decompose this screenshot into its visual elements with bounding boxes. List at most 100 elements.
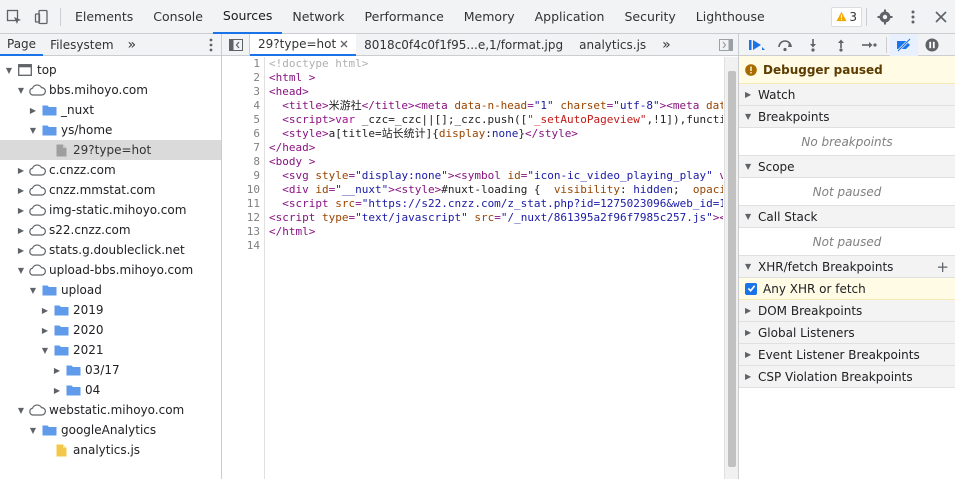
checkbox-checked[interactable] [745, 282, 757, 295]
section-csp-violation-breakpoints[interactable]: ▶ CSP Violation Breakpoints [739, 366, 955, 388]
collapse-arrow-icon[interactable]: ▼ [28, 125, 38, 135]
tab-sources[interactable]: Sources [212, 0, 283, 34]
line-number[interactable]: 5 [222, 113, 264, 127]
tree-item-webstatic-mihoyo-com[interactable]: ▼ webstatic.mihoyo.com [0, 400, 221, 420]
collapse-arrow-icon[interactable]: ▼ [28, 285, 38, 295]
section-event-listener-breakpoints[interactable]: ▶ Event Listener Breakpoints [739, 344, 955, 366]
section-xhr-breakpoints[interactable]: ▼ XHR/fetch Breakpoints + [739, 256, 955, 278]
expand-arrow-icon[interactable]: ▶ [16, 245, 26, 255]
line-number[interactable]: 7 [222, 141, 264, 155]
step-into-icon[interactable] [799, 34, 827, 56]
line-number[interactable]: 13 [222, 225, 264, 239]
expand-arrow-icon[interactable]: ▶ [52, 365, 62, 375]
section-breakpoints[interactable]: ▼ Breakpoints [739, 106, 955, 128]
expand-arrow-icon[interactable]: ▶ [16, 165, 26, 175]
tab-elements[interactable]: Elements [65, 0, 143, 34]
line-number[interactable]: 2 [222, 71, 264, 85]
line-number[interactable]: 8 [222, 155, 264, 169]
inspect-element-icon[interactable] [0, 0, 28, 34]
more-options-icon[interactable] [899, 0, 927, 34]
settings-gear-icon[interactable] [871, 0, 899, 34]
tab-application[interactable]: Application [525, 0, 615, 34]
line-number-gutter[interactable]: 1 2 3 4 5 6 7 8 9 10 11 12 13 14 [222, 57, 265, 479]
line-number[interactable]: 12 [222, 211, 264, 225]
expand-arrow-icon[interactable]: ▶ [16, 185, 26, 195]
tree-item-nuxt[interactable]: ▶ _nuxt [0, 100, 221, 120]
tree-item-c-cnzz-com[interactable]: ▶ c.cnzz.com [0, 160, 221, 180]
tab-lighthouse[interactable]: Lighthouse [686, 0, 775, 34]
tree-item-ys-home[interactable]: ▼ ys/home [0, 120, 221, 140]
add-xhr-breakpoint-icon[interactable]: + [936, 258, 949, 276]
collapse-arrow-icon[interactable]: ▼ [16, 265, 26, 275]
collapse-arrow-icon[interactable]: ▼ [16, 405, 26, 415]
tree-item-googleanalytics[interactable]: ▼ googleAnalytics [0, 420, 221, 440]
tree-item-cnzz-mmstat-com[interactable]: ▶ cnzz.mmstat.com [0, 180, 221, 200]
line-number[interactable]: 11 [222, 197, 264, 211]
expand-arrow-icon[interactable]: ▶ [28, 105, 38, 115]
tree-item-upload-bbs-mihoyo-com[interactable]: ▼ upload-bbs.mihoyo.com [0, 260, 221, 280]
code-area[interactable]: <!doctype html> <html > <head> <title>米游社<… [269, 57, 723, 479]
deactivate-breakpoints-icon[interactable] [890, 34, 918, 56]
resume-script-icon[interactable] [743, 34, 771, 56]
collapse-arrow-icon[interactable]: ▼ [40, 345, 50, 355]
line-number[interactable]: 14 [222, 239, 264, 253]
tree-item-2021[interactable]: ▼ 2021 [0, 340, 221, 360]
warnings-badge[interactable]: 3 [831, 6, 862, 27]
expand-arrow-icon[interactable]: ▶ [40, 305, 50, 315]
tree-item-stats-g-doubleclick-net[interactable]: ▶ stats.g.doubleclick.net [0, 240, 221, 260]
xhr-any-breakpoint[interactable]: Any XHR or fetch [739, 278, 955, 300]
section-call-stack[interactable]: ▼ Call Stack [739, 206, 955, 228]
device-toolbar-icon[interactable] [28, 0, 56, 34]
editor-scrollbar-thumb[interactable] [728, 71, 736, 467]
section-dom-breakpoints[interactable]: ▶ DOM Breakpoints [739, 300, 955, 322]
line-number[interactable]: 6 [222, 127, 264, 141]
tree-item-29-type-hot[interactable]: 29?type=hot [0, 140, 221, 160]
expand-arrow-icon[interactable]: ▶ [16, 205, 26, 215]
step-out-icon[interactable] [827, 34, 855, 56]
line-number[interactable]: 9 [222, 169, 264, 183]
close-tab-icon[interactable] [340, 37, 348, 51]
editor-tab[interactable]: analytics.js [571, 34, 654, 56]
tab-performance[interactable]: Performance [355, 0, 454, 34]
pause-on-exceptions-icon[interactable] [918, 34, 946, 56]
tree-item-upload[interactable]: ▼ upload [0, 280, 221, 300]
section-global-listeners[interactable]: ▶ Global Listeners [739, 322, 955, 344]
navigator-menu-icon[interactable] [201, 38, 221, 52]
editor-tab[interactable]: 29?type=hot [250, 33, 357, 56]
tab-console[interactable]: Console [143, 0, 213, 34]
editor-tab[interactable]: 8018c0f4c0f1f95...e,1/format.jpg [356, 34, 571, 56]
section-watch[interactable]: ▶ Watch [739, 84, 955, 106]
tree-item-2020[interactable]: ▶ 2020 [0, 320, 221, 340]
line-number[interactable]: 4 [222, 99, 264, 113]
tree-item-s22-cnzz-com[interactable]: ▶ s22.cnzz.com [0, 220, 221, 240]
tab-network[interactable]: Network [282, 0, 354, 34]
tab-memory[interactable]: Memory [454, 0, 525, 34]
tree-item-bbs-mihoyo-com[interactable]: ▼ bbs.mihoyo.com [0, 80, 221, 100]
tree-item-top[interactable]: ▼ top [0, 60, 221, 80]
tab-filesystem[interactable]: Filesystem [43, 34, 120, 56]
tree-item-03-17[interactable]: ▶ 03/17 [0, 360, 221, 380]
tab-page[interactable]: Page [0, 34, 44, 56]
tree-item-analytics-js[interactable]: analytics.js [0, 440, 221, 460]
line-number[interactable]: 10 [222, 183, 264, 197]
step-over-icon[interactable] [771, 34, 799, 56]
toggle-navigator-icon[interactable] [222, 33, 250, 56]
collapse-arrow-icon[interactable]: ▼ [16, 85, 26, 95]
toggle-debugger-sidebar-icon[interactable] [714, 38, 738, 51]
line-number[interactable]: 3 [222, 85, 264, 99]
line-number[interactable]: 1 [222, 57, 264, 71]
expand-arrow-icon[interactable]: ▶ [52, 385, 62, 395]
more-tabs-chevron[interactable]: » [121, 34, 144, 56]
more-editor-tabs-chevron[interactable]: » [654, 34, 679, 56]
collapse-arrow-icon[interactable]: ▼ [28, 425, 38, 435]
tree-item-img-static-mihoyo-com[interactable]: ▶ img-static.mihoyo.com [0, 200, 221, 220]
expand-arrow-icon[interactable]: ▶ [40, 325, 50, 335]
tree-item-04[interactable]: ▶ 04 [0, 380, 221, 400]
editor-scrollbar[interactable] [724, 57, 738, 479]
tree-item-2019[interactable]: ▶ 2019 [0, 300, 221, 320]
section-scope[interactable]: ▼ Scope [739, 156, 955, 178]
close-icon[interactable] [927, 0, 955, 34]
step-icon[interactable] [855, 34, 883, 56]
expand-arrow-icon[interactable]: ▶ [16, 225, 26, 235]
tab-security[interactable]: Security [614, 0, 685, 34]
